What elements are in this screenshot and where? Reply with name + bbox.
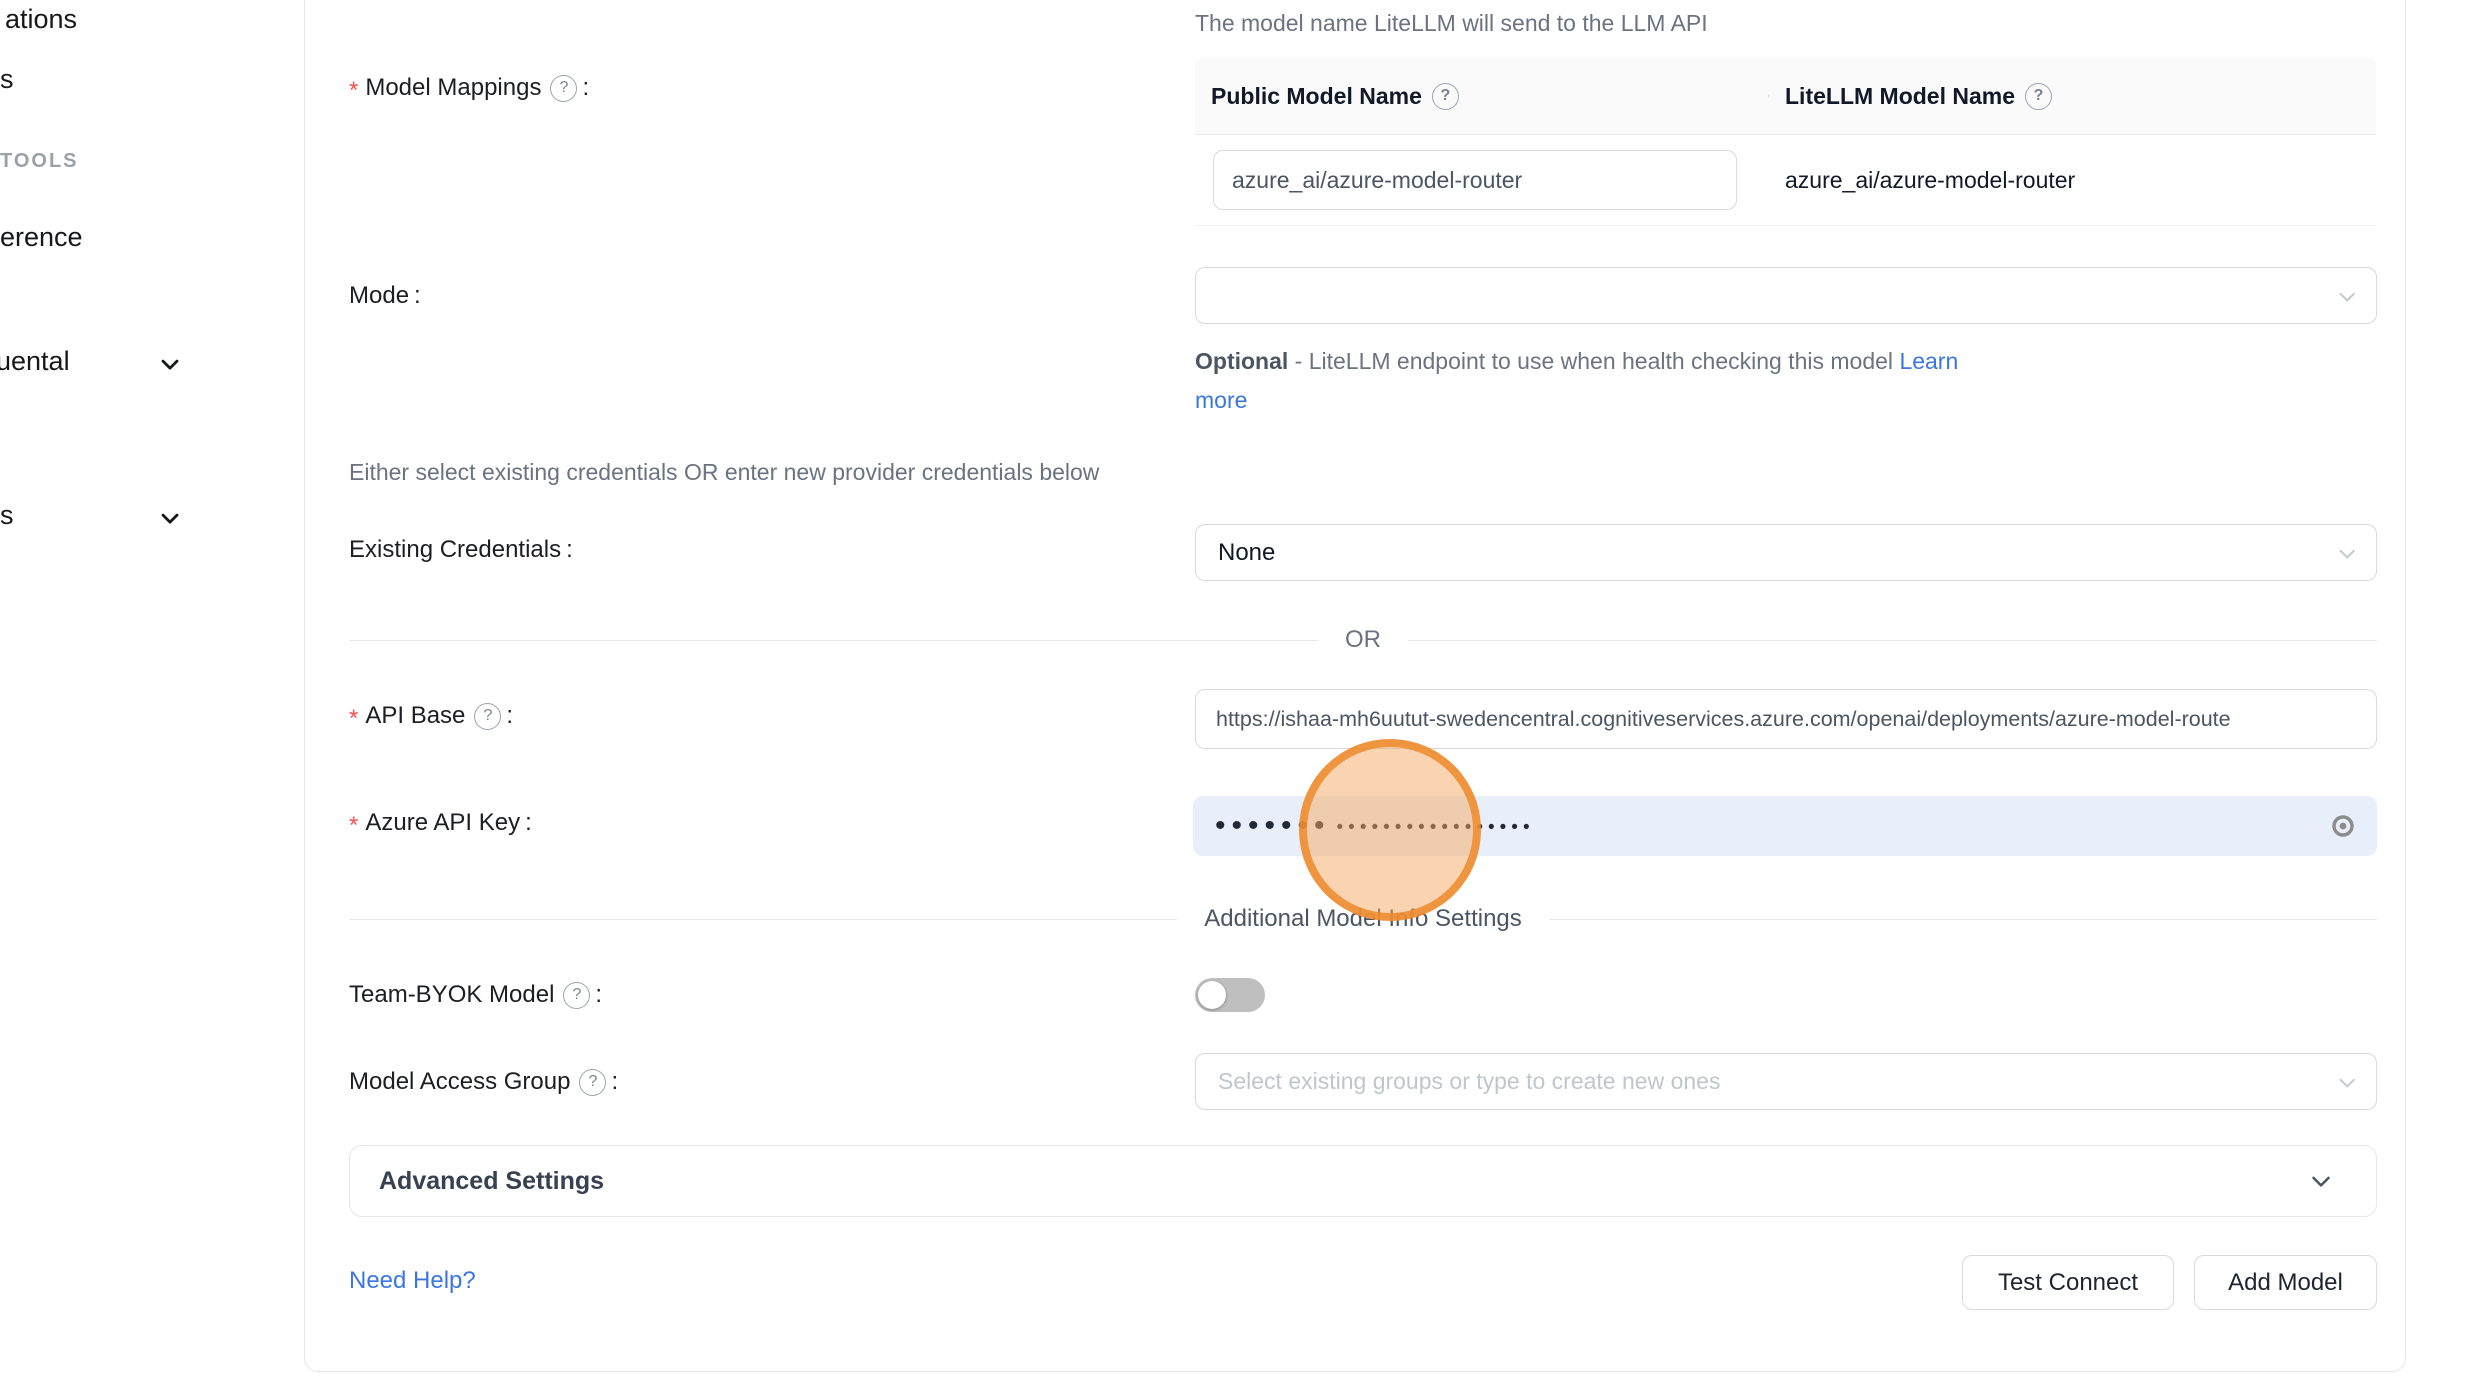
divider-line [1549, 919, 2377, 920]
help-question-icon[interactable]: ? [474, 703, 501, 730]
api-base-input[interactable] [1195, 689, 2377, 749]
toggle-knob [1198, 981, 1226, 1009]
divider-line [349, 640, 1318, 641]
chevron-down-icon[interactable] [156, 504, 184, 537]
colon: : [566, 536, 573, 564]
required-mark: * [349, 77, 358, 105]
chevron-down-icon [2334, 283, 2360, 309]
table-row: azure_ai/azure-model-router [1195, 135, 2376, 226]
sidebar-item[interactable]: s [0, 64, 14, 95]
model-access-group-placeholder: Select existing groups or type to create… [1196, 1068, 1720, 1095]
need-help-link[interactable]: Need Help? [349, 1267, 476, 1295]
or-divider: OR [349, 628, 2377, 652]
sidebar-item[interactable]: uental [0, 346, 70, 377]
colon: : [506, 702, 513, 730]
mode-hint-bold: Optional [1195, 348, 1288, 374]
model-mappings-table: Public Model Name ? LiteLLM Model Name ?… [1195, 58, 2376, 226]
model-mappings-label: * Model Mappings ? : [349, 74, 589, 102]
mode-hint: Optional - LiteLLM endpoint to use when … [1195, 342, 1995, 420]
masked-dots-small: ••••••••••••••••• [1337, 818, 1535, 837]
team-byok-label-text: Team-BYOK Model [349, 981, 554, 1009]
mode-label-text: Mode [349, 282, 409, 310]
eye-icon[interactable] [2329, 812, 2357, 840]
help-question-icon[interactable]: ? [579, 1069, 606, 1096]
mode-select[interactable] [1195, 267, 2377, 324]
advanced-settings-label: Advanced Settings [350, 1167, 604, 1196]
public-model-name-input[interactable] [1213, 150, 1737, 210]
model-name-hint: The model name LiteLLM will send to the … [1195, 10, 1708, 37]
sidebar-item[interactable]: erence [0, 222, 83, 253]
additional-settings-divider: Additional Model Info Settings [349, 907, 2377, 931]
add-model-page: ations s TOOLS erence uental s The model… [0, 0, 2477, 1385]
sidebar-item[interactable]: s [0, 500, 14, 531]
or-divider-text: OR [1318, 626, 1408, 654]
sidebar-section-label: TOOLS [0, 150, 79, 173]
existing-credentials-label-text: Existing Credentials [349, 536, 561, 564]
required-mark: * [349, 705, 358, 733]
help-question-icon[interactable]: ? [1432, 83, 1459, 110]
azure-api-key-label-text: Azure API Key [365, 809, 520, 837]
model-access-group-select[interactable]: Select existing groups or type to create… [1195, 1053, 2377, 1110]
help-question-icon[interactable]: ? [563, 982, 590, 1009]
divider-line [349, 919, 1177, 920]
chevron-down-icon[interactable] [156, 350, 184, 383]
mode-hint-text: - LiteLLM endpoint to use when health ch… [1288, 348, 1899, 374]
colon: : [595, 981, 602, 1009]
colon: : [582, 74, 589, 102]
public-model-name-header: Public Model Name ? [1195, 83, 1769, 110]
table-header-row: Public Model Name ? LiteLLM Model Name ? [1195, 58, 2376, 135]
model-mappings-label-text: Model Mappings [365, 74, 541, 102]
public-model-cell [1195, 150, 1753, 210]
mode-label: Mode : [349, 282, 421, 310]
team-byok-toggle[interactable] [1195, 978, 1265, 1012]
chevron-down-icon [2334, 540, 2360, 566]
masked-dots-large: ••••••• [1215, 811, 1331, 841]
help-question-icon[interactable]: ? [2025, 83, 2052, 110]
header-text: LiteLLM Model Name [1785, 83, 2015, 110]
chevron-down-icon [2334, 1069, 2360, 1095]
credentials-note: Either select existing credentials OR en… [349, 459, 1099, 486]
azure-api-key-label: * Azure API Key : [349, 809, 532, 837]
model-access-group-label: Model Access Group ? : [349, 1068, 618, 1096]
advanced-settings-panel[interactable]: Advanced Settings [349, 1145, 2377, 1217]
existing-credentials-value: None [1196, 539, 1275, 567]
colon: : [611, 1068, 618, 1096]
litellm-model-name-header: LiteLLM Model Name ? [1769, 83, 2052, 110]
existing-credentials-label: Existing Credentials : [349, 536, 573, 564]
divider-line [1408, 640, 2377, 641]
additional-settings-divider-text: Additional Model Info Settings [1177, 905, 1549, 933]
header-text: Public Model Name [1211, 83, 1422, 110]
test-connect-button[interactable]: Test Connect [1962, 1255, 2174, 1310]
model-access-group-label-text: Model Access Group [349, 1068, 570, 1096]
team-byok-label: Team-BYOK Model ? : [349, 981, 602, 1009]
azure-api-key-input[interactable]: ••••••• ••••••••••••••••• [1193, 796, 2377, 856]
chevron-down-icon [2306, 1166, 2336, 1196]
api-base-label: * API Base ? : [349, 702, 513, 730]
help-question-icon[interactable]: ? [550, 75, 577, 102]
colon: : [525, 809, 532, 837]
required-mark: * [349, 812, 358, 840]
colon: : [414, 282, 421, 310]
sidebar-item[interactable]: ations [5, 4, 77, 35]
masked-api-key: ••••••• ••••••••••••••••• [1193, 811, 1535, 841]
add-model-button[interactable]: Add Model [2194, 1255, 2377, 1310]
litellm-model-name-value: azure_ai/azure-model-router [1785, 167, 2075, 194]
existing-credentials-select[interactable]: None [1195, 524, 2377, 581]
api-base-label-text: API Base [365, 702, 465, 730]
